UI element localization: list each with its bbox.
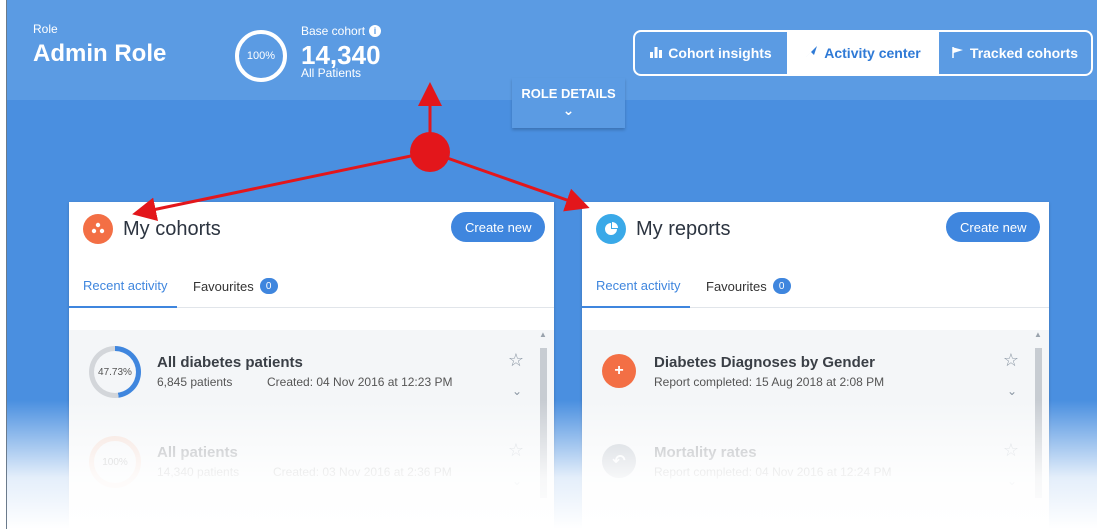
scrollbar-thumb[interactable] bbox=[540, 348, 547, 498]
base-cohort-label: Base cohort bbox=[301, 24, 366, 38]
my-reports-card: My reports Create new Recent activity Fa… bbox=[582, 202, 1049, 529]
scroll-up-icon[interactable]: ▲ bbox=[1033, 330, 1043, 339]
activity-center-button[interactable]: Activity center bbox=[787, 32, 937, 74]
base-cohort-subtitle: All Patients bbox=[301, 66, 362, 80]
app-frame: Role Admin Role 100% Base cohort i 14,34… bbox=[6, 0, 1097, 529]
cohort-percentage: 100% bbox=[102, 456, 128, 468]
card-header: My reports Create new bbox=[582, 202, 1049, 258]
favourites-label: Favourites bbox=[706, 278, 767, 294]
favourites-label: Favourites bbox=[193, 278, 254, 294]
activity-center-label: Activity center bbox=[824, 45, 921, 61]
report-name[interactable]: Mortality rates bbox=[654, 444, 757, 461]
scrollbar-thumb[interactable] bbox=[1035, 348, 1042, 498]
rocket-icon bbox=[805, 45, 818, 61]
active-tab-indicator bbox=[69, 306, 177, 308]
create-cohort-button[interactable]: Create new bbox=[451, 212, 546, 242]
active-tab-indicator bbox=[582, 306, 690, 308]
list-item[interactable]: + Diabetes Diagnoses by Gender Report co… bbox=[582, 330, 1027, 410]
star-icon[interactable]: ☆ bbox=[1003, 350, 1019, 371]
role-caption: Role bbox=[33, 22, 58, 36]
tracked-cohorts-label: Tracked cohorts bbox=[969, 45, 1079, 61]
chevron-down-icon[interactable]: ⌄ bbox=[512, 474, 522, 488]
favourites-count-badge: 0 bbox=[772, 278, 791, 294]
report-name[interactable]: Diabetes Diagnoses by Gender bbox=[654, 354, 875, 371]
reports-title: My reports bbox=[636, 218, 731, 240]
tab-recent-activity[interactable]: Recent activity bbox=[596, 278, 681, 293]
cohorts-title: My cohorts bbox=[123, 218, 221, 240]
list-item[interactable]: ↶ Mortality rates Report completed: 04 N… bbox=[582, 420, 1027, 500]
tab-favourites[interactable]: Favourites 0 bbox=[193, 278, 278, 294]
reports-tabs: Recent activity Favourites 0 bbox=[582, 272, 1049, 308]
create-report-button[interactable]: Create new bbox=[946, 212, 1041, 242]
scroll-up-icon[interactable]: ▲ bbox=[538, 330, 548, 339]
info-icon[interactable]: i bbox=[369, 25, 382, 37]
report-status: Report completed: 04 Nov 2016 at 12:24 P… bbox=[654, 465, 892, 479]
cohorts-tabs: Recent activity Favourites 0 bbox=[69, 272, 554, 308]
cohort-percentage: 47.73% bbox=[98, 366, 132, 378]
cohorts-list: 47.73% All diabetes patients 6,845 patie… bbox=[69, 330, 554, 529]
tab-favourites[interactable]: Favourites 0 bbox=[706, 278, 791, 294]
tracked-cohorts-button[interactable]: Tracked cohorts bbox=[937, 32, 1091, 74]
main-nav: Cohort insights Activity center Tracked … bbox=[633, 30, 1093, 76]
star-icon[interactable]: ☆ bbox=[508, 350, 524, 371]
cohort-name[interactable]: All patients bbox=[157, 444, 238, 461]
cohort-percentage-ring: 100% bbox=[89, 436, 141, 488]
tab-recent-activity[interactable]: Recent activity bbox=[83, 278, 168, 293]
cohort-patient-count: 14,340 patients bbox=[157, 465, 240, 479]
cohort-created-date: Created: 04 Nov 2016 at 12:23 PM bbox=[267, 375, 453, 389]
bar-chart-icon bbox=[650, 45, 663, 61]
undo-icon: ↶ bbox=[602, 444, 636, 478]
reports-list: + Diabetes Diagnoses by Gender Report co… bbox=[582, 330, 1049, 529]
pie-chart-icon bbox=[596, 214, 626, 244]
add-report-icon: + bbox=[602, 354, 636, 388]
cohort-name[interactable]: All diabetes patients bbox=[157, 354, 303, 371]
base-cohort-caption: Base cohort i bbox=[301, 24, 382, 38]
star-icon[interactable]: ☆ bbox=[508, 440, 524, 461]
cohort-percentage-ring: 100% bbox=[235, 30, 287, 82]
favourites-count-badge: 0 bbox=[259, 278, 278, 294]
star-icon[interactable]: ☆ bbox=[1003, 440, 1019, 461]
chevron-down-icon[interactable]: ⌄ bbox=[1007, 474, 1017, 488]
card-header: My cohorts Create new bbox=[69, 202, 554, 258]
cohort-patient-count: 6,845 patients bbox=[157, 375, 233, 389]
my-cohorts-card: My cohorts Create new Recent activity Fa… bbox=[69, 202, 554, 529]
flag-icon bbox=[952, 45, 964, 61]
role-details-label: ROLE DETAILS bbox=[521, 86, 616, 101]
cohort-created-date: Created: 03 Nov 2016 at 2:36 PM bbox=[273, 465, 452, 479]
cohort-percentage-ring: 47.73% bbox=[89, 346, 141, 398]
role-details-toggle[interactable]: ROLE DETAILS ⌄ bbox=[512, 78, 625, 128]
chevron-down-icon: ⌄ bbox=[562, 102, 575, 118]
cohort-insights-label: Cohort insights bbox=[668, 45, 772, 61]
list-item[interactable]: 100% All patients 14,340 patients Create… bbox=[69, 420, 532, 500]
cohorts-icon bbox=[83, 214, 113, 244]
scrollbar[interactable]: ▲ bbox=[538, 330, 548, 529]
scrollbar[interactable]: ▲ bbox=[1033, 330, 1043, 529]
list-item[interactable]: 47.73% All diabetes patients 6,845 patie… bbox=[69, 330, 532, 410]
report-status: Report completed: 15 Aug 2018 at 2:08 PM bbox=[654, 375, 885, 389]
chevron-down-icon[interactable]: ⌄ bbox=[512, 384, 522, 398]
cohort-insights-button[interactable]: Cohort insights bbox=[635, 32, 787, 74]
chevron-down-icon[interactable]: ⌄ bbox=[1007, 384, 1017, 398]
role-name: Admin Role bbox=[33, 40, 167, 67]
